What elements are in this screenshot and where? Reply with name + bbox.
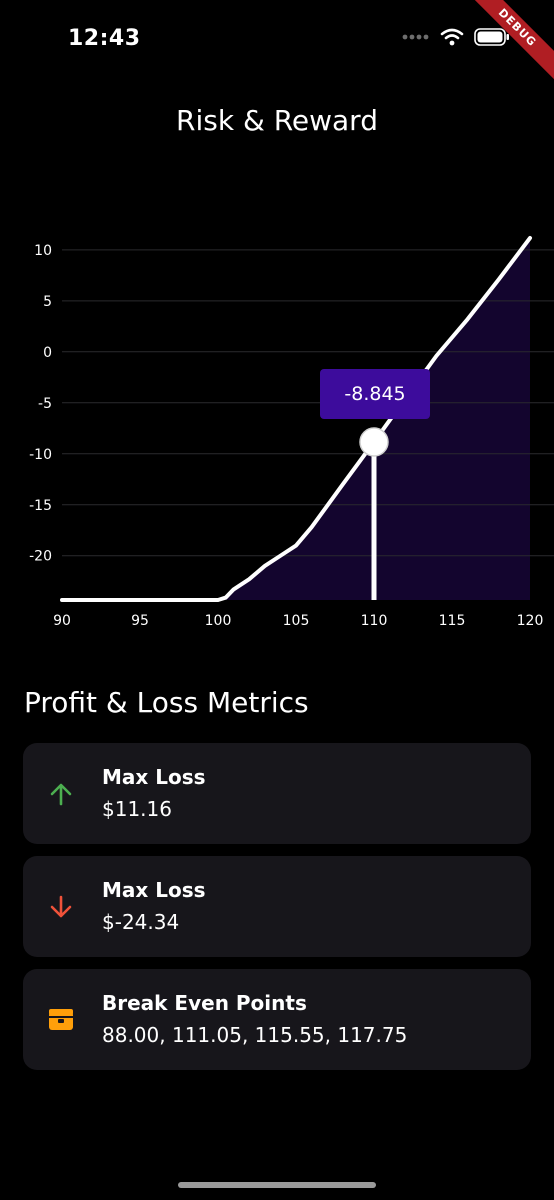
status-time: 12:43 (68, 26, 141, 51)
y-tick-label: 5 (43, 294, 52, 310)
status-bar: 12:43 DEBUG (0, 0, 554, 89)
chart-tooltip: -8.845 (320, 369, 430, 419)
x-tick-label: 95 (131, 613, 149, 629)
metrics-section-title: Profit & Loss Metrics (24, 686, 309, 719)
x-tick-label: 120 (517, 613, 544, 629)
page-title: Risk & Reward (176, 104, 378, 137)
home-indicator[interactable] (178, 1182, 376, 1188)
y-tick-label: -15 (29, 498, 52, 514)
arrow-up-icon (50, 783, 72, 806)
metric-value: $-24.34 (102, 910, 180, 934)
y-tick-label: -10 (29, 447, 52, 463)
metric-card-max-loss: Max Loss $-24.34 (23, 856, 531, 957)
y-tick-label: -20 (29, 549, 52, 565)
x-tick-label: 115 (439, 613, 466, 629)
arrow-down-icon (50, 895, 72, 918)
x-tick-label: 90 (53, 613, 71, 629)
wifi-icon (440, 28, 464, 46)
x-tick-label: 110 (361, 613, 388, 629)
signal-icon (402, 34, 429, 40)
chart-svg[interactable]: 1050-5-10-15-2090 95 100 105 110 115 120 (0, 220, 554, 640)
selected-point-marker (359, 427, 389, 457)
y-tick-label: 10 (34, 243, 52, 259)
metric-value: 88.00, 111.05, 115.55, 117.75 (102, 1023, 408, 1047)
metric-label: Max Loss (102, 765, 206, 789)
y-tick-label: -5 (38, 396, 52, 412)
metric-value: $11.16 (102, 797, 172, 821)
risk-reward-chart[interactable]: 10 5 0 -5 -10 -15 -20 90 95 100 105 110 115 120 (0, 220, 554, 640)
balance-icon (49, 1009, 73, 1030)
x-tick-label: 100 (205, 613, 232, 629)
metric-label: Break Even Points (102, 991, 307, 1015)
status-icons (402, 28, 510, 46)
metric-card-break-even: Break Even Points 88.00, 111.05, 115.55,… (23, 969, 531, 1070)
metric-card-max-profit: Max Loss $11.16 (23, 743, 531, 844)
metric-label: Max Loss (102, 878, 206, 902)
x-tick-label: 105 (283, 613, 310, 629)
y-tick-label: 0 (43, 345, 52, 361)
